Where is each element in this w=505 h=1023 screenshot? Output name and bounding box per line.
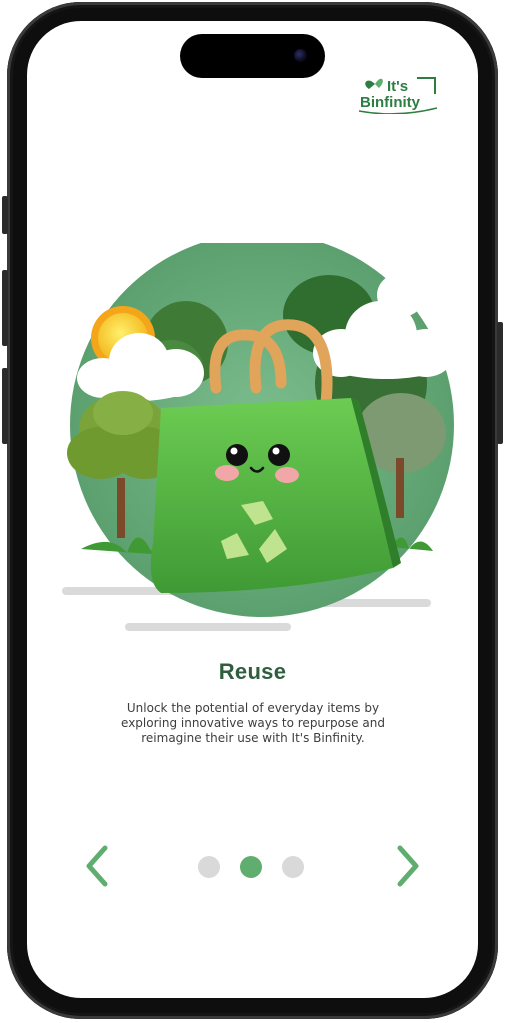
next-button[interactable] — [390, 844, 426, 888]
camera-lens — [294, 49, 307, 62]
pagination-dots — [198, 855, 308, 879]
logo-text-its: It's — [387, 78, 408, 95]
previous-button[interactable] — [79, 844, 115, 888]
volume-down-button — [2, 368, 8, 444]
ground-line — [125, 623, 291, 631]
page-dot-2[interactable] — [240, 856, 262, 878]
cloud-icon — [377, 257, 463, 321]
power-button — [497, 322, 503, 444]
logo-text-binfinity: Binfinity — [360, 94, 421, 111]
reuse-illustration — [62, 243, 463, 631]
volume-up-button — [2, 270, 8, 346]
app-screen: It's Binfinity Reuse Unlock the potentia… — [27, 21, 478, 998]
dynamic-island — [180, 34, 325, 78]
chevron-left-icon — [86, 845, 108, 887]
leaf-icon — [365, 80, 375, 89]
brand-logo: It's Binfinity — [358, 77, 438, 114]
page-dot-1[interactable] — [198, 856, 220, 878]
silent-switch — [2, 196, 8, 234]
slide-description: Unlock the potential of everyday items b… — [121, 701, 385, 745]
slide-title: Reuse — [218, 659, 287, 684]
chevron-right-icon — [397, 845, 419, 887]
page-dot-3[interactable] — [282, 856, 304, 878]
shopping-bag — [150, 398, 393, 593]
